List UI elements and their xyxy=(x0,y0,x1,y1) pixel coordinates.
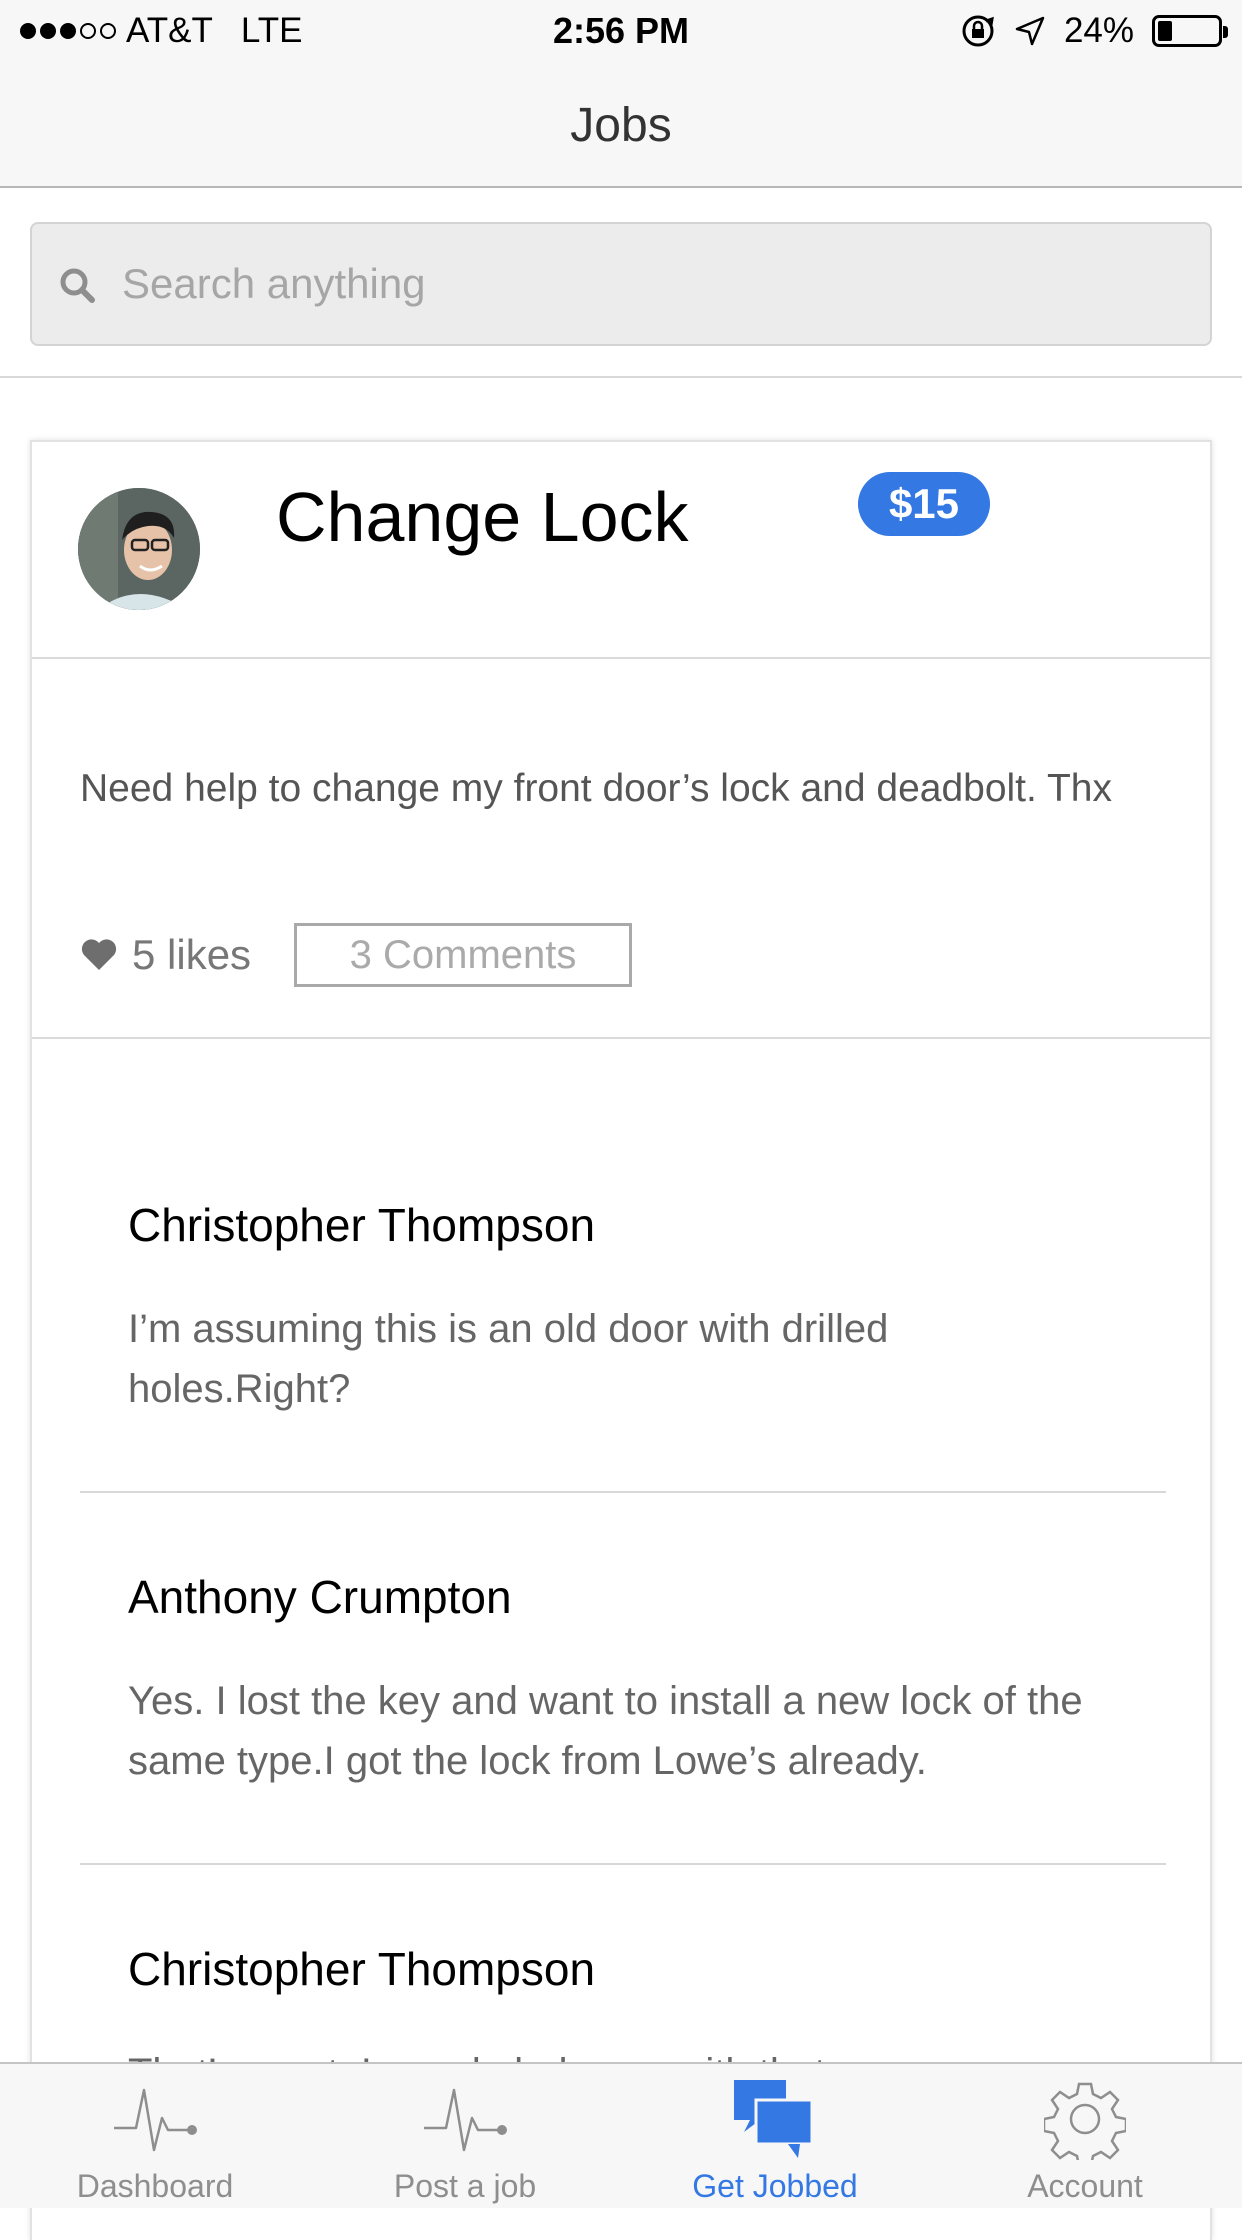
navigation-bar: Jobs xyxy=(0,62,1242,188)
location-icon xyxy=(1015,16,1045,46)
divider xyxy=(80,1491,1166,1493)
job-description: Need help to change my front door’s lock… xyxy=(80,767,1112,810)
comment-text: Yes. I lost the key and want to install … xyxy=(128,1679,1083,1783)
likes-button[interactable]: 5 likes xyxy=(80,925,251,985)
tab-label: Get Jobbed xyxy=(692,2168,858,2204)
tab-bar: Dashboard Post a job Get Jobbed Account xyxy=(0,2062,1242,2208)
tab-get-jobbed[interactable]: Get Jobbed xyxy=(620,2064,930,2208)
divider xyxy=(80,1863,1166,1865)
chat-bubbles-icon xyxy=(734,2080,814,2158)
comment-author[interactable]: Christopher Thompson xyxy=(128,1941,595,1997)
battery-percent: 24% xyxy=(1063,11,1134,50)
orientation-lock-icon xyxy=(962,15,994,47)
tab-account[interactable]: Account xyxy=(930,2064,1240,2208)
comment-text: I’m assuming this is an old door with dr… xyxy=(128,1307,889,1411)
avatar[interactable] xyxy=(78,488,200,610)
job-card-header: Change Lock $15 xyxy=(32,442,1210,659)
search-bar[interactable] xyxy=(30,222,1212,346)
job-title: Change Lock xyxy=(276,478,689,556)
tab-post-a-job[interactable]: Post a job xyxy=(310,2064,620,2208)
search-icon xyxy=(60,268,95,303)
price-badge: $15 xyxy=(858,472,990,536)
search-section xyxy=(0,190,1242,378)
job-card: Change Lock $15 Need help to change my f… xyxy=(30,440,1212,2240)
tab-label: Post a job xyxy=(393,2168,537,2204)
status-bar: AT&T LTE 2:56 PM 24% xyxy=(0,0,1242,62)
gear-icon xyxy=(1044,2082,1126,2160)
tab-label: Account xyxy=(1027,2168,1143,2204)
pulse-icon xyxy=(114,2088,197,2152)
page-title: Jobs xyxy=(570,99,672,152)
comment-author[interactable]: Anthony Crumpton xyxy=(128,1569,512,1625)
search-input[interactable] xyxy=(122,252,1122,316)
likes-count: 5 likes xyxy=(132,931,252,978)
comments-button[interactable]: 3 Comments xyxy=(294,923,632,987)
tab-label: Dashboard xyxy=(76,2168,234,2204)
tab-dashboard[interactable]: Dashboard xyxy=(0,2064,310,2208)
battery-fill xyxy=(1158,21,1172,41)
job-card-body: Need help to change my front door’s lock… xyxy=(32,659,1210,1039)
pulse-icon xyxy=(424,2088,507,2152)
comment-author[interactable]: Christopher Thompson xyxy=(128,1197,595,1253)
heart-icon xyxy=(81,939,117,970)
battery-icon xyxy=(1152,15,1228,47)
